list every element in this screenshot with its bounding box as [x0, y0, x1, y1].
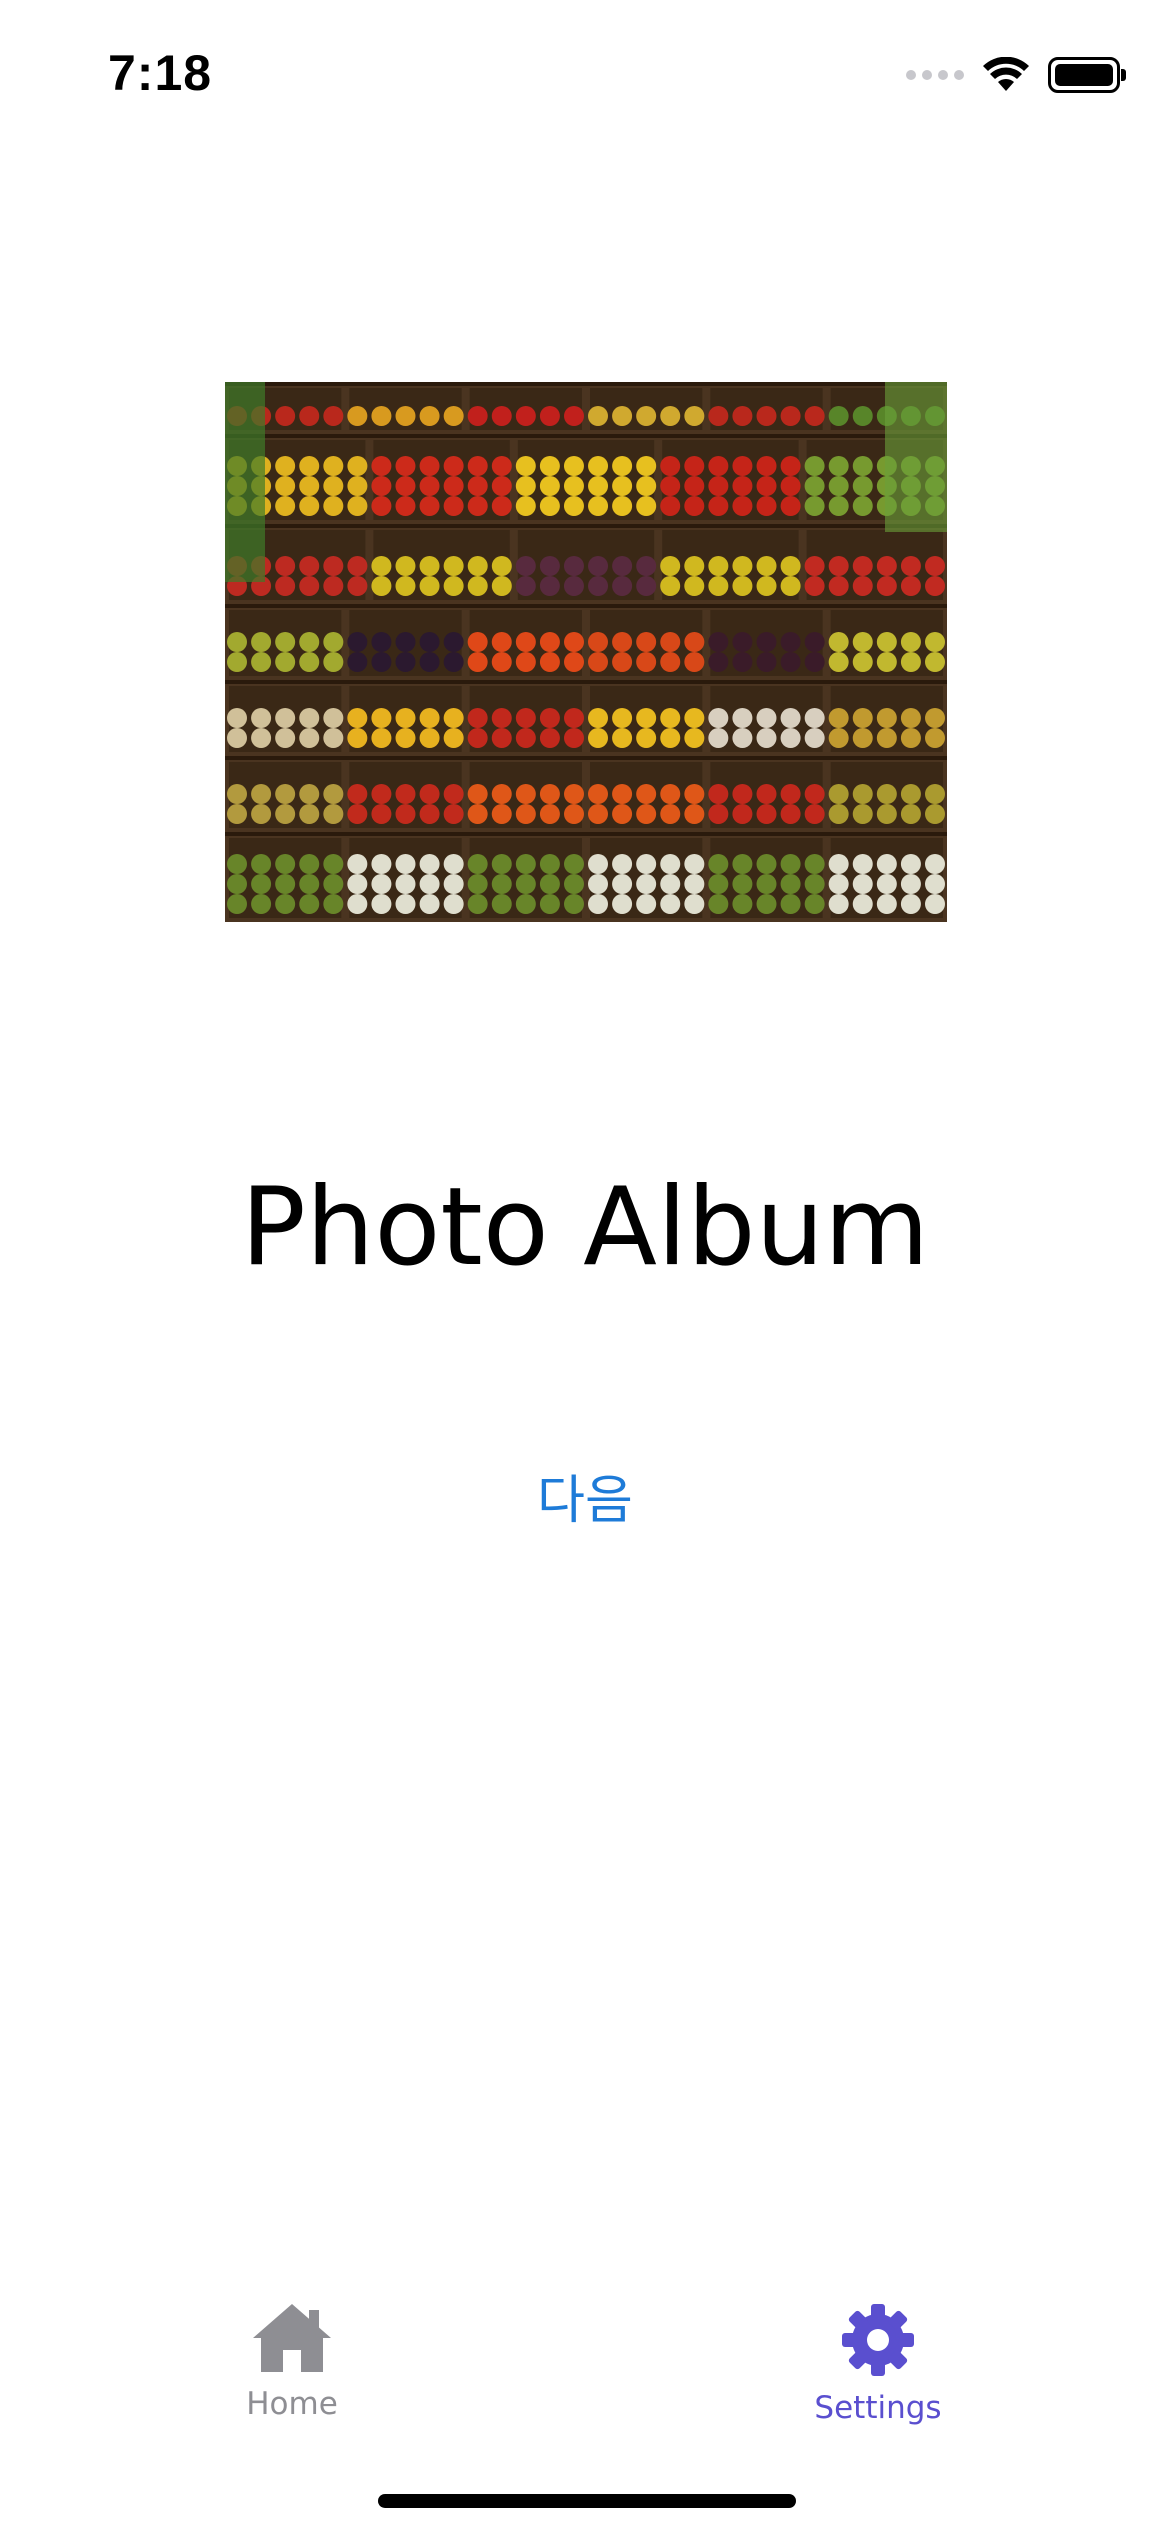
- next-button[interactable]: 다음: [485, 1458, 685, 1533]
- tab-settings[interactable]: Settings: [748, 2300, 1008, 2440]
- status-icons: [906, 52, 1126, 98]
- album-photo: [225, 382, 947, 922]
- wifi-icon: [983, 57, 1029, 91]
- produce-market-photo: [225, 382, 947, 922]
- home-indicator[interactable]: [378, 2494, 796, 2508]
- tab-home-label: Home: [246, 2386, 338, 2422]
- status-time: 7:18: [108, 45, 213, 101]
- page-title: Photo Album: [240, 1165, 930, 1290]
- status-bar: 7:18: [0, 0, 1170, 150]
- tab-home[interactable]: Home: [162, 2300, 422, 2440]
- tab-settings-label: Settings: [814, 2390, 942, 2426]
- house-icon: [249, 2300, 335, 2376]
- battery-icon: [1048, 57, 1126, 93]
- gear-icon: [838, 2300, 918, 2380]
- cellular-signal-icon: [906, 70, 964, 80]
- tab-bar: Home Settings: [0, 2280, 1170, 2450]
